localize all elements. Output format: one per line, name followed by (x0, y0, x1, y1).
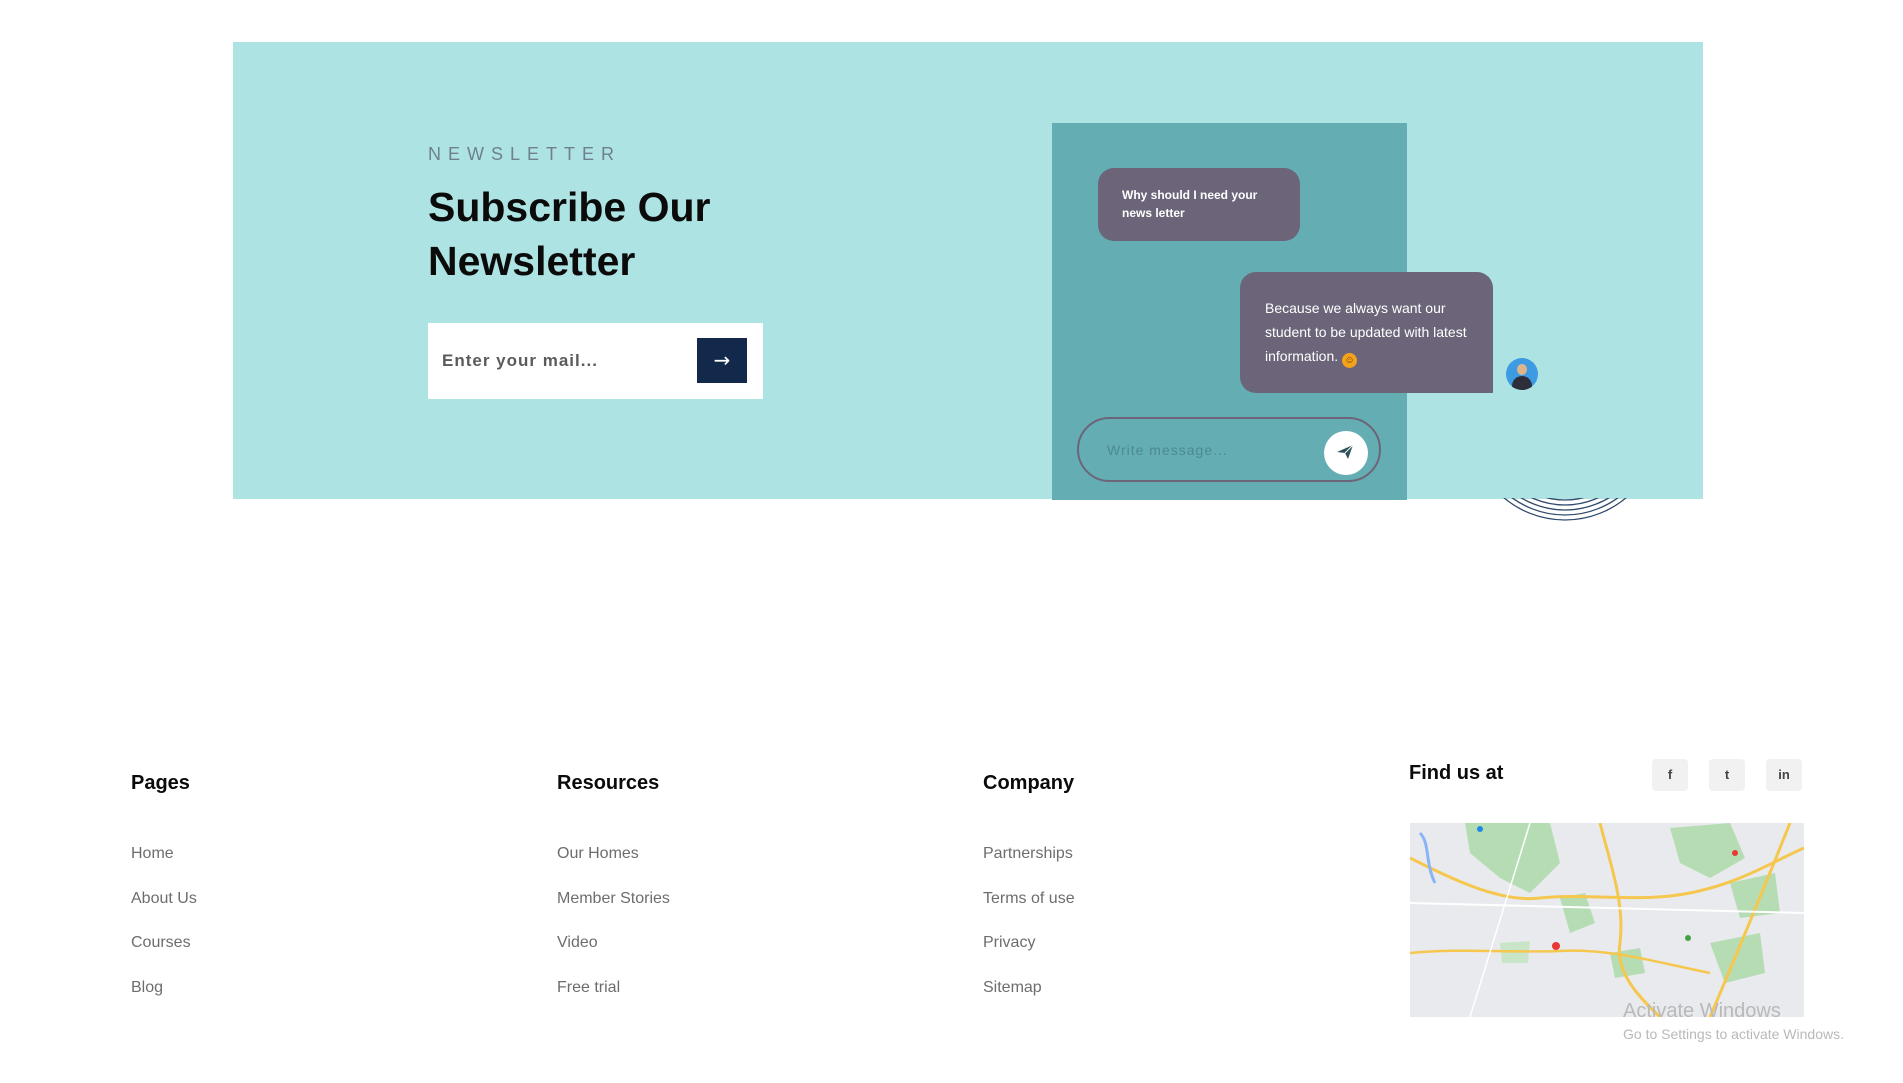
activate-windows-subtitle: Go to Settings to activate Windows. (1623, 1026, 1844, 1042)
footer-link-member-stories[interactable]: Member Stories (557, 890, 670, 935)
chat-answer-text: Because we always want our student to be… (1265, 300, 1467, 364)
footer-resources-title: Resources (557, 772, 660, 794)
newsletter-form: → (428, 323, 763, 399)
footer-link-our-homes[interactable]: Our Homes (557, 845, 670, 890)
twitter-icon[interactable]: t (1709, 759, 1745, 791)
footer-company-links: Partnerships Terms of use Privacy Sitema… (983, 845, 1075, 1023)
footer-link-courses[interactable]: Courses (131, 934, 197, 979)
arrow-right-icon: → (713, 348, 731, 372)
footer-pages-links: Home About Us Courses Blog (131, 845, 197, 1023)
footer-link-partnerships[interactable]: Partnerships (983, 845, 1075, 890)
footer-company-title: Company (983, 772, 1075, 794)
chat-bubble-answer: Because we always want our student to be… (1240, 272, 1493, 393)
chat-bubble-question: Why should I need your news letter (1098, 168, 1300, 241)
footer-pages-title: Pages (131, 772, 190, 794)
chat-message-field (1077, 417, 1381, 482)
smiling-face-icon: ☺ (1342, 353, 1358, 368)
footer-link-video[interactable]: Video (557, 934, 670, 979)
footer-link-terms-of-use[interactable]: Terms of use (983, 890, 1075, 935)
footer-link-blog[interactable]: Blog (131, 979, 197, 1024)
map-graphic (1410, 823, 1804, 1017)
paper-plane-icon (1337, 444, 1354, 459)
find-us-title: Find us at (1409, 762, 1504, 784)
avatar (1506, 358, 1538, 390)
footer-link-home[interactable]: Home (131, 845, 197, 890)
footer-link-sitemap[interactable]: Sitemap (983, 979, 1075, 1024)
location-map[interactable] (1410, 823, 1804, 1017)
chat-question-text: Why should I need your news letter (1122, 188, 1258, 220)
email-field[interactable] (442, 341, 682, 381)
footer-link-privacy[interactable]: Privacy (983, 934, 1075, 979)
send-button[interactable] (1324, 431, 1368, 475)
footer-link-free-trial[interactable]: Free trial (557, 979, 670, 1024)
facebook-icon[interactable]: f (1652, 759, 1688, 791)
decorative-rings (1466, 400, 1666, 521)
page: NEWSLETTER Subscribe Our Newsletter → Wh… (0, 0, 1903, 1083)
message-input[interactable] (1107, 437, 1307, 463)
linkedin-icon[interactable]: in (1766, 759, 1802, 791)
windows-activation-watermark: Activate Windows Go to Settings to activ… (1623, 998, 1844, 1044)
newsletter-title: Subscribe Our Newsletter (428, 184, 711, 284)
activate-windows-title: Activate Windows (1623, 1000, 1781, 1022)
newsletter-eyebrow: NEWSLETTER (428, 144, 622, 164)
footer-resources-links: Our Homes Member Stories Video Free tria… (557, 845, 670, 1023)
subscribe-button[interactable]: → (697, 338, 747, 383)
footer-link-about-us[interactable]: About Us (131, 890, 197, 935)
